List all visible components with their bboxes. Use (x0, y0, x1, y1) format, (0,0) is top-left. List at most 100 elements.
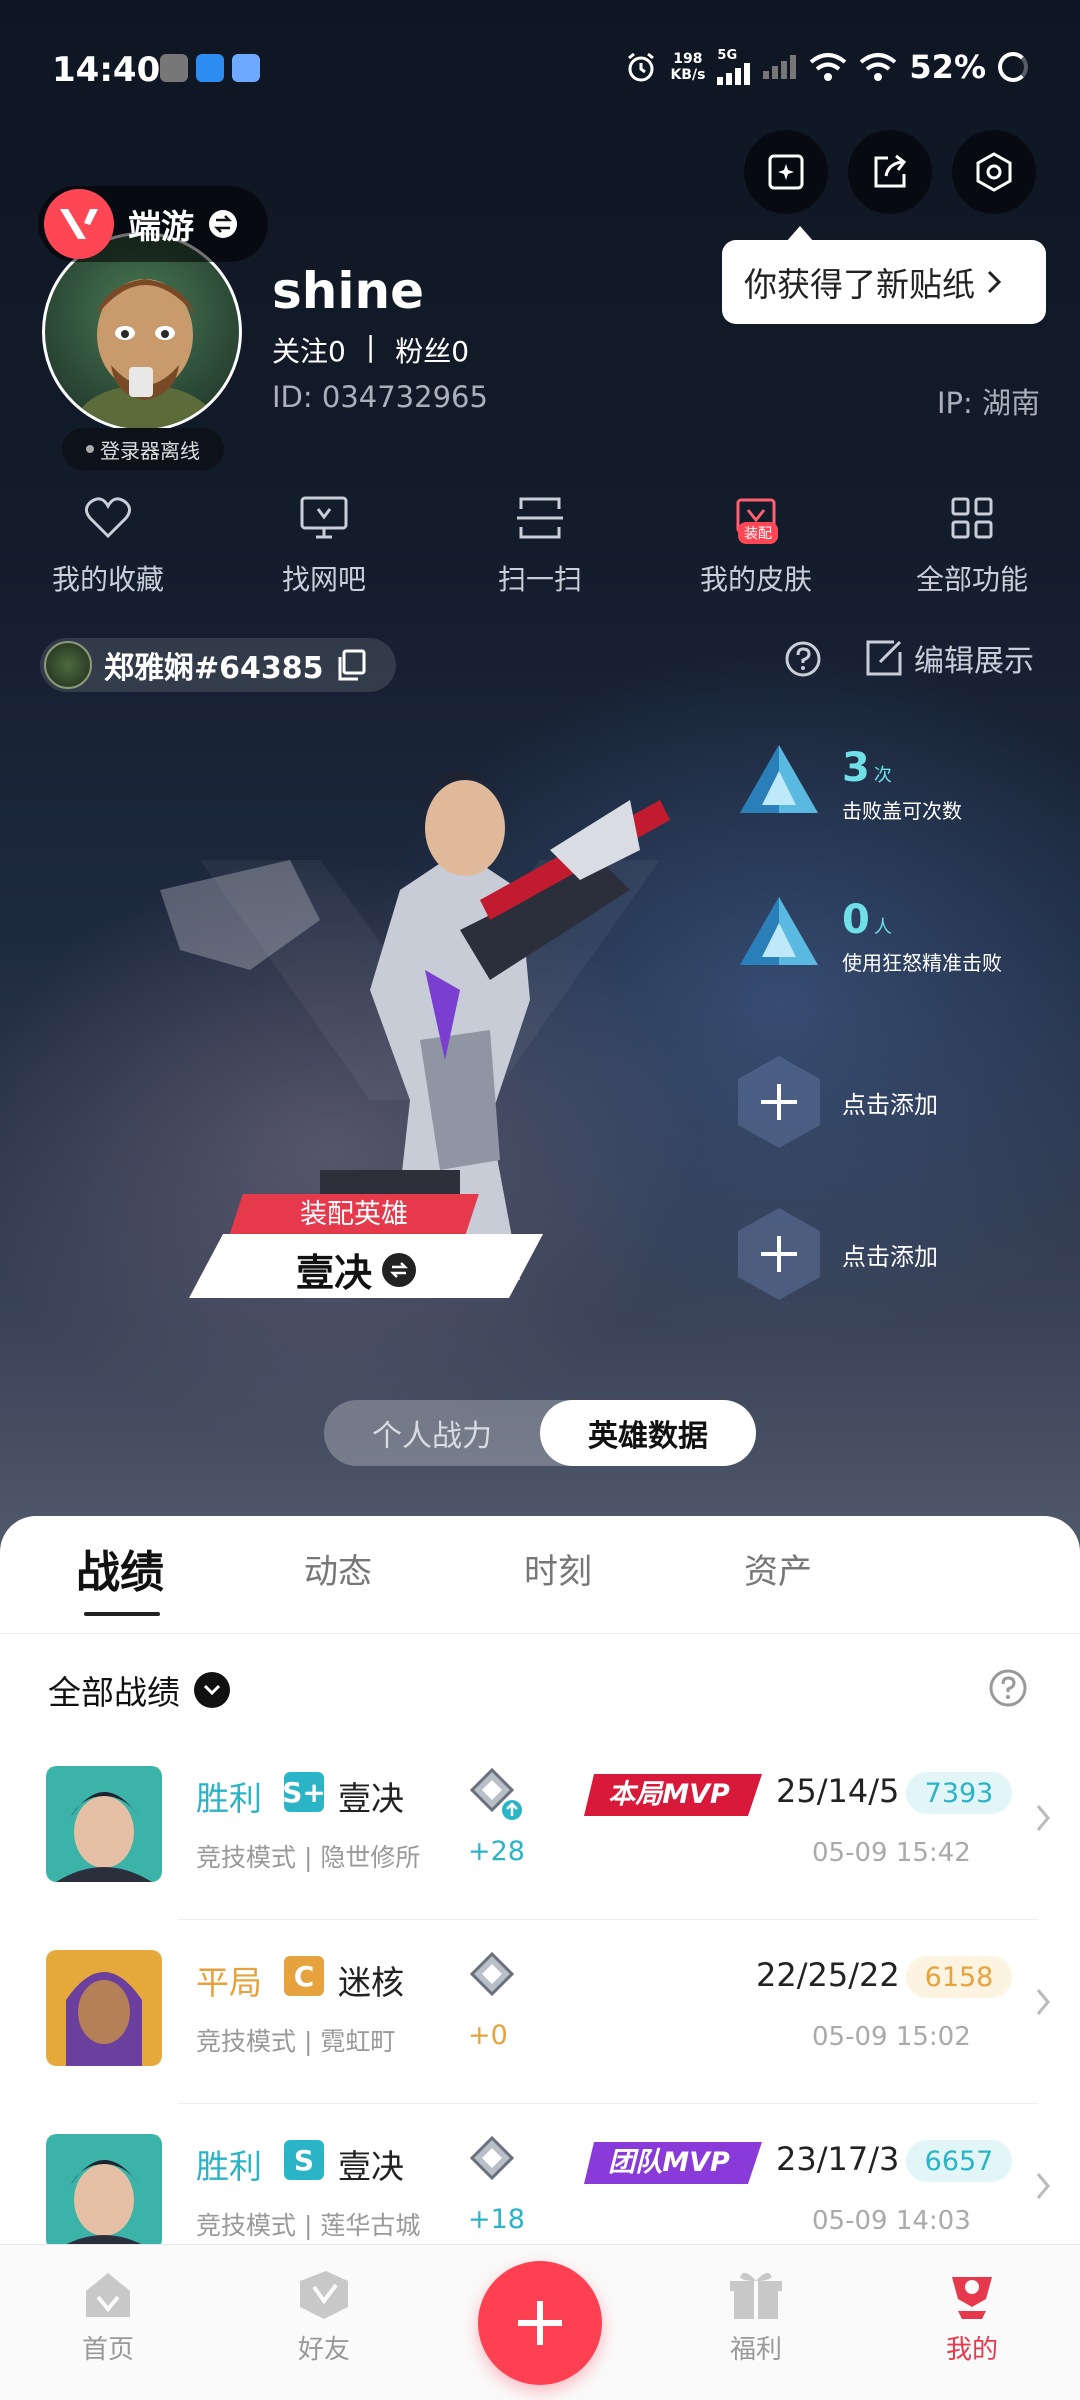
toggle-personal-power[interactable]: 个人战力 (324, 1400, 540, 1466)
net-speed-unit: KB/s (670, 67, 706, 83)
add-stat-slot[interactable]: 点击添加 (736, 1204, 1056, 1304)
add-stat-label: 点击添加 (842, 1242, 938, 1271)
stat-value: 3 (842, 744, 870, 791)
following-count[interactable]: 关注0 (272, 330, 346, 370)
player-card-thumbnail (44, 641, 92, 689)
fans-label: 粉丝 (395, 335, 452, 368)
heart-icon (80, 490, 136, 546)
swap-agent-icon[interactable] (382, 1252, 417, 1287)
chevron-right-icon (1036, 1989, 1050, 2015)
tab-records[interactable]: 战绩 (76, 1536, 164, 1600)
toggle-agent-data[interactable]: 英雄数据 (540, 1400, 756, 1466)
bottom-navigation: 首页 好友 福利 我的 (0, 2244, 1080, 2400)
tab-activity[interactable]: 动态 (304, 1544, 372, 1593)
quick-item-all-functions[interactable]: 全部功能 (864, 490, 1080, 598)
agent-name: 壹决 (296, 1251, 373, 1295)
nav-benefits[interactable]: 福利 (696, 2267, 816, 2366)
nav-label: 首页 (81, 2335, 134, 2365)
chevron-right-icon (987, 270, 1002, 294)
equip-tag: 装配英雄 (229, 1194, 479, 1236)
rank-rating-change: +18 (468, 2204, 525, 2235)
following-value: 0 (328, 335, 346, 368)
alarm-icon (628, 52, 655, 82)
agent-thumbnail (46, 2134, 162, 2250)
quick-functions: 我的收藏 找网吧 扫一扫 装配 我的皮肤 全部功能 (0, 490, 1080, 598)
match-agent: 迷核 (338, 1963, 404, 2002)
quick-item-netcafe[interactable]: 找网吧 (216, 490, 432, 598)
copy-icon[interactable] (336, 649, 366, 681)
mvp-label: 团队MVP (608, 2147, 730, 2178)
rank-emblem-icon (469, 2135, 515, 2181)
quick-item-label: 全部功能 (915, 563, 1028, 596)
home-icon (86, 2273, 130, 2317)
agent-name-row: 壹决 (296, 1242, 417, 1297)
profile-icon (952, 2277, 992, 2319)
nav-friends[interactable]: 好友 (264, 2267, 384, 2366)
match-mode-map: 竞技模式 | 莲华古城 (196, 2211, 421, 2240)
add-stat-label: 点击添加 (842, 1090, 938, 1119)
gift-icon (730, 2272, 782, 2319)
riot-id-chip[interactable]: 郑雅娴#64385 (40, 638, 396, 692)
share-icon (874, 154, 907, 188)
nav-me[interactable]: 我的 (912, 2267, 1032, 2366)
valorant-logo-icon (44, 189, 114, 259)
stat-item[interactable]: 3次 击败盖可次数 (736, 734, 1056, 834)
edit-icon (866, 640, 902, 676)
tab-indicator (84, 1612, 160, 1616)
follow-stats: 关注0 | 粉丝0 (272, 330, 469, 370)
grid-icon (944, 490, 1000, 546)
add-hexagon-icon (738, 1208, 820, 1300)
nav-label: 福利 (729, 2335, 782, 2365)
plus-icon (518, 2301, 562, 2345)
help-icon[interactable] (988, 1668, 1028, 1708)
help-icon[interactable] (784, 640, 822, 678)
match-time: 05-09 14:03 (812, 2206, 971, 2236)
match-agent: 壹决 (338, 1779, 404, 1818)
stat-item[interactable]: 0人 使用狂怒精准击败 (736, 886, 1056, 986)
sticker-button[interactable] (744, 130, 828, 214)
new-sticker-tooltip[interactable]: 你获得了新贴纸 (722, 226, 1046, 324)
user-id: ID: 034732965 (272, 380, 488, 414)
signal-weak-icon (763, 55, 797, 79)
pyramid-badge-icon (740, 745, 818, 813)
nav-home[interactable]: 首页 (48, 2267, 168, 2366)
quick-item-favorites[interactable]: 我的收藏 (0, 490, 216, 598)
app-notification-icon (232, 54, 260, 82)
follow-divider: | (365, 330, 376, 363)
avatar[interactable] (42, 232, 242, 432)
quick-item-scan[interactable]: 扫一扫 (432, 490, 648, 598)
status-time: 14:40 (52, 50, 161, 90)
pyramid-badge-icon (740, 897, 818, 965)
tab-assets[interactable]: 资产 (744, 1544, 812, 1593)
battery-percent: 52% (909, 48, 986, 86)
monitor-icon (296, 490, 352, 546)
swap-icon (209, 210, 237, 238)
game-switch[interactable]: 端游 (38, 186, 268, 262)
quick-item-skins[interactable]: 装配 我的皮肤 (648, 490, 864, 598)
status-right: 198 KB/s 5G 52% (624, 48, 1028, 86)
quick-item-label: 找网吧 (281, 563, 366, 596)
fans-value: 0 (451, 335, 470, 368)
stat-desc: 使用狂怒精准击败 (842, 950, 1002, 975)
username: shine (272, 262, 425, 320)
records-filter[interactable]: 全部战绩 (48, 1666, 230, 1714)
status-dot-icon (86, 445, 94, 453)
wifi-icon (860, 53, 897, 81)
quick-item-label: 扫一扫 (497, 563, 582, 596)
edit-display-label: 编辑展示 (914, 644, 1034, 679)
launcher-status: 登录器离线 (62, 428, 224, 470)
settings-button[interactable] (952, 130, 1036, 214)
share-button[interactable] (848, 130, 932, 214)
equipped-agent-banner[interactable]: 装配英雄 壹决 (188, 1194, 544, 1304)
add-stat-slot[interactable]: 点击添加 (736, 1052, 1056, 1152)
agent-thumbnail (46, 1950, 162, 2066)
tab-moments[interactable]: 时刻 (524, 1544, 592, 1593)
fans-count[interactable]: 粉丝0 (395, 330, 469, 370)
match-row[interactable]: 平局 C 迷核 竞技模式 | 霓虹町 +0 22/25/22 6158 05-0… (0, 1920, 1080, 2104)
create-post-button[interactable] (478, 2261, 602, 2385)
battery-icon (998, 52, 1028, 82)
network-type: 5G (717, 48, 738, 63)
net-speed-value: 198 (673, 51, 703, 67)
match-row[interactable]: 胜利 S+ 壹决 竞技模式 | 隐世修所 +28 本局MVP 25/14/5 7… (0, 1736, 1080, 1920)
edit-display-button[interactable]: 编辑展示 (864, 636, 1034, 680)
